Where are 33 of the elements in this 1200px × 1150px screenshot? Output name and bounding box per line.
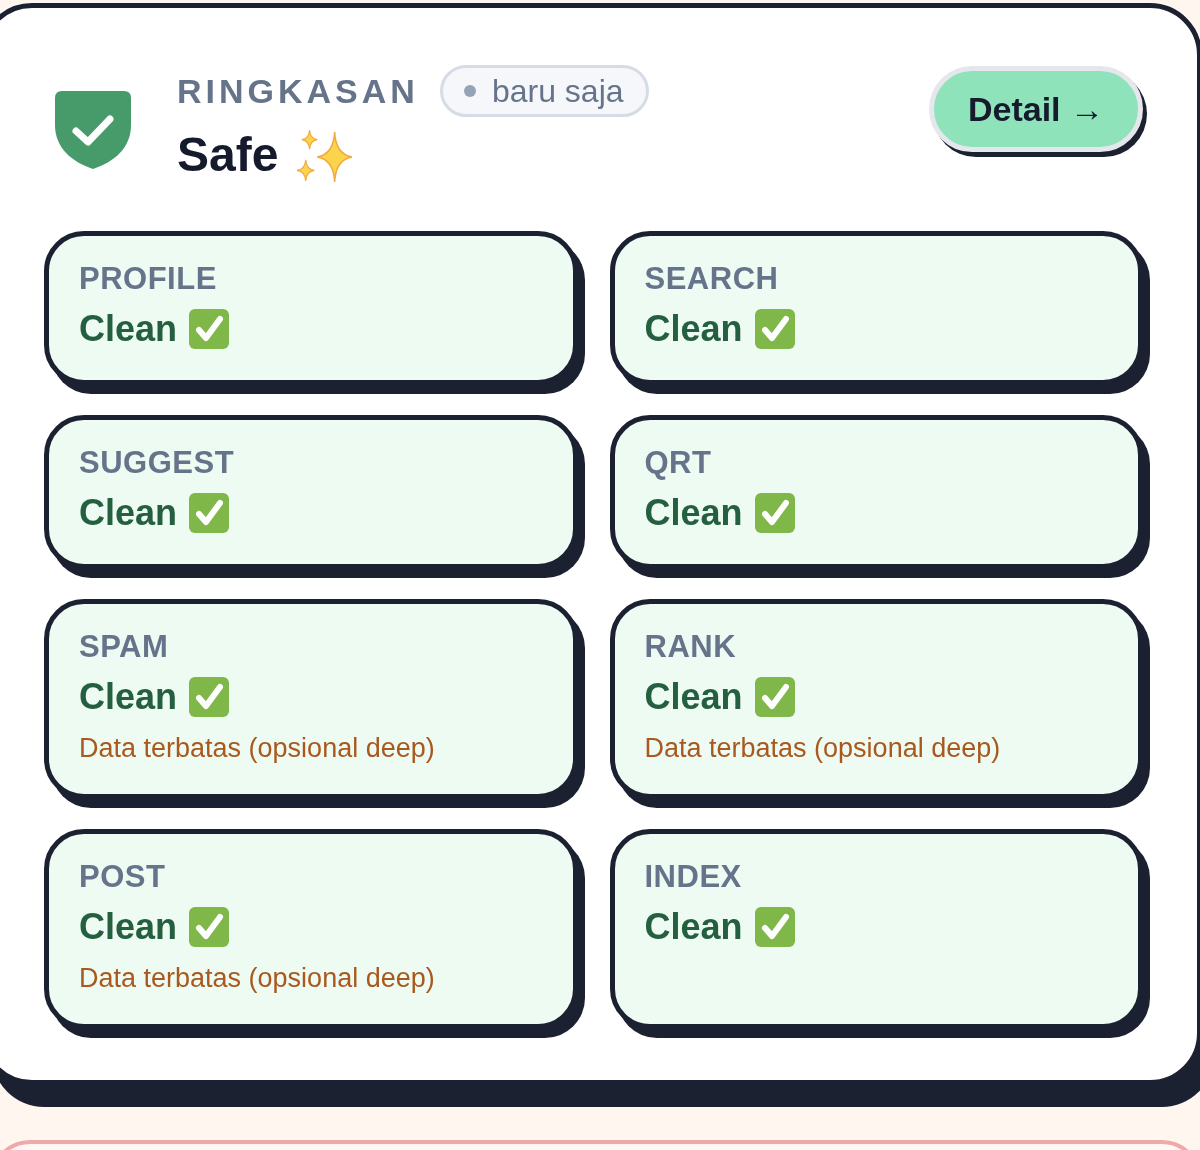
section-label: RINGKASAN [177, 74, 419, 108]
check-label: QRT [644, 444, 712, 482]
note-text: Data terbatas (opsional deep) [644, 732, 1001, 765]
check-label: POST [79, 858, 166, 896]
result-text: Clean [79, 307, 178, 351]
check-label: RANK [644, 628, 737, 666]
result-text: Clean [644, 491, 743, 535]
check-label: INDEX [644, 858, 742, 896]
note-text: Data terbatas (opsional deep) [79, 732, 435, 765]
result-text: Clean [644, 675, 743, 719]
check-box-icon [189, 493, 230, 533]
result-text: Clean [79, 675, 178, 719]
check-box-icon [754, 309, 795, 349]
check-label: SPAM [79, 628, 169, 666]
shield-check-icon [55, 91, 131, 169]
note-text: Data terbatas (opsional deep) [79, 962, 435, 995]
check-box-icon [754, 493, 795, 533]
check-box-icon [754, 907, 795, 947]
check-label: SEARCH [644, 260, 779, 298]
result-text: Clean [79, 491, 178, 535]
status-title: Safe [177, 127, 279, 183]
check-box-icon [189, 677, 230, 717]
check-box-icon [189, 907, 230, 947]
result-text: Clean [644, 905, 743, 949]
timestamp-text: baru saja [491, 75, 624, 107]
result-text: Clean [644, 307, 743, 351]
result-text: Clean [79, 905, 178, 949]
check-label: PROFILE [79, 260, 217, 298]
status-dot-icon [463, 85, 476, 97]
check-box-icon [189, 309, 230, 349]
sparkle-icon [296, 128, 355, 182]
check-label: SUGGEST [79, 444, 235, 482]
check-box-icon [754, 677, 795, 717]
